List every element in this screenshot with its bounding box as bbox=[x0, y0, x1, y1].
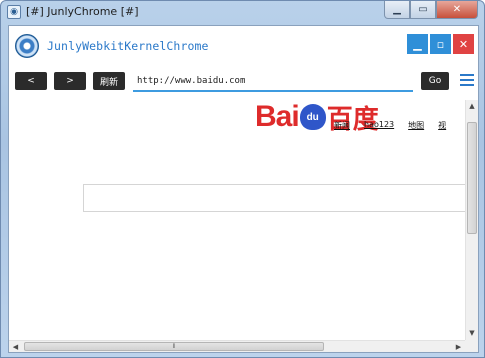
baidu-search-input[interactable] bbox=[83, 184, 473, 212]
os-maximize-button[interactable]: ▭ bbox=[410, 1, 436, 19]
scroll-left-icon[interactable]: ◀ bbox=[9, 341, 22, 352]
os-window-frame: ◉ [#] JunlyChrome [#] ▁ ▭ ✕ JunlyWebkitK… bbox=[0, 0, 485, 358]
app-window-controls: ▁ ▫ ✕ bbox=[407, 34, 474, 54]
os-window-title: [#] JunlyChrome [#] bbox=[26, 5, 139, 18]
go-button[interactable]: Go bbox=[421, 72, 449, 90]
app-close-button[interactable]: ✕ bbox=[453, 34, 474, 54]
nav-link-news[interactable]: 新闻 bbox=[334, 120, 350, 131]
baidu-logo-bai: Bai bbox=[255, 100, 300, 133]
forward-button[interactable]: > bbox=[54, 72, 86, 90]
window-app-icon[interactable]: ◉ bbox=[7, 5, 21, 19]
app-title: JunlyWebkitKernelChrome bbox=[47, 39, 209, 53]
os-window-controls: ▁ ▭ ✕ bbox=[384, 1, 478, 20]
horizontal-scroll-thumb[interactable]: ⦀ bbox=[24, 342, 324, 351]
browser-toolbar: < > 刷新 Go bbox=[9, 68, 478, 96]
nav-link-hao123[interactable]: hao123 bbox=[364, 120, 394, 131]
web-view[interactable]: Bai du 百度 新闻 hao123 地图 视 ▲ ▼ ◀ ⦀ ▶ bbox=[9, 100, 478, 352]
os-titlebar[interactable]: ◉ [#] JunlyChrome [#] ▁ ▭ ✕ bbox=[1, 1, 484, 23]
paw-icon: du bbox=[299, 104, 326, 130]
app-header[interactable]: JunlyWebkitKernelChrome ▁ ▫ ✕ bbox=[9, 26, 478, 66]
scroll-up-icon[interactable]: ▲ bbox=[466, 100, 478, 113]
browser-logo-icon bbox=[15, 34, 39, 58]
nav-link-video[interactable]: 视 bbox=[438, 120, 446, 131]
address-bar bbox=[133, 72, 413, 92]
refresh-button[interactable]: 刷新 bbox=[93, 72, 125, 90]
app-minimize-button[interactable]: ▁ bbox=[407, 34, 428, 54]
scrollbar-corner bbox=[465, 340, 478, 352]
app-maximize-button[interactable]: ▫ bbox=[430, 34, 451, 54]
scroll-right-icon[interactable]: ▶ bbox=[452, 341, 465, 352]
scroll-down-icon[interactable]: ▼ bbox=[466, 327, 478, 340]
hamburger-menu-icon[interactable] bbox=[460, 74, 474, 86]
url-input[interactable] bbox=[133, 72, 413, 90]
back-button[interactable]: < bbox=[15, 72, 47, 90]
app-window: JunlyWebkitKernelChrome ▁ ▫ ✕ < > 刷新 Go … bbox=[8, 25, 479, 353]
horizontal-scrollbar[interactable]: ◀ ⦀ ▶ bbox=[9, 340, 465, 352]
os-close-button[interactable]: ✕ bbox=[436, 1, 478, 19]
os-minimize-button[interactable]: ▁ bbox=[384, 1, 410, 19]
vertical-scrollbar[interactable]: ▲ ▼ bbox=[465, 100, 478, 340]
baidu-nav-links: 新闻 hao123 地图 视 bbox=[334, 120, 460, 131]
nav-link-map[interactable]: 地图 bbox=[408, 120, 424, 131]
scroll-grip-icon: ⦀ bbox=[172, 342, 176, 350]
vertical-scroll-thumb[interactable] bbox=[467, 122, 477, 234]
